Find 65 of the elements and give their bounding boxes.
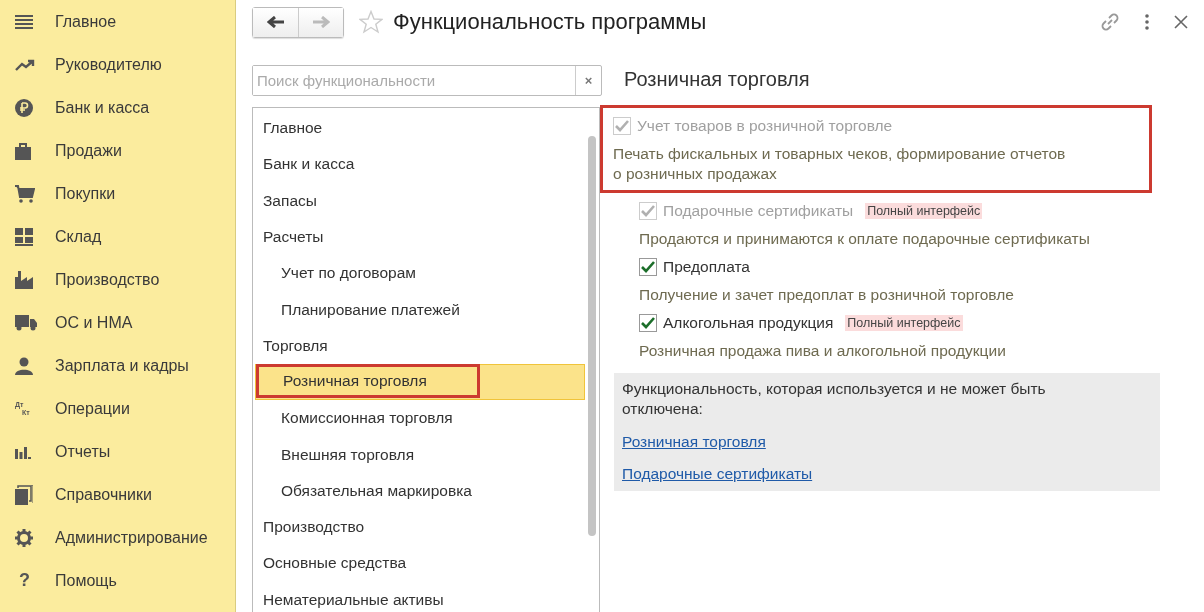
bar-chart-icon xyxy=(15,444,31,459)
section-item[interactable]: Обязательная маркировка xyxy=(253,472,585,509)
section-item[interactable]: Производство xyxy=(253,508,585,546)
back-button[interactable] xyxy=(253,7,298,37)
sidebar-item[interactable]: Производство xyxy=(0,258,235,301)
sidebar-item[interactable]: Банк и касса xyxy=(0,86,235,129)
sidebar-item[interactable]: Руководителю xyxy=(0,43,235,86)
link-icon[interactable] xyxy=(1100,12,1120,32)
sidebar-item[interactable]: Продажи xyxy=(0,129,235,172)
option-description: Розничная продажа пива и алкогольной продукции xyxy=(639,341,1007,361)
sidebar-item[interactable]: Справочники xyxy=(0,473,235,516)
person-icon xyxy=(15,356,33,375)
section-heading: Розничная торговля xyxy=(623,68,811,92)
right-arrow-icon xyxy=(312,16,330,28)
star-icon[interactable] xyxy=(359,10,383,34)
section-item[interactable]: Нематериальные активы xyxy=(253,581,585,612)
sidebar-item[interactable]: Главное xyxy=(0,0,235,43)
section-item[interactable]: Комиссионная торговля xyxy=(253,400,585,437)
section-item[interactable]: Расчеты xyxy=(253,218,585,256)
option-description: Печать фискальных и товарных чеков, формирование отчетов о розничных продажах xyxy=(613,144,1067,184)
option-label: Алкогольная продукция xyxy=(663,314,834,332)
sidebar-item[interactable]: Администрирование xyxy=(0,516,235,559)
option-description: Продаются и принимаются к оплате подарочные сертификаты xyxy=(639,229,1091,249)
section-link[interactable]: Розничная торговля xyxy=(622,433,766,451)
section-item[interactable]: Запасы xyxy=(253,182,585,219)
section-item[interactable]: Учет по договорам xyxy=(253,255,585,292)
option-label: Учет товаров в розничной торговле xyxy=(637,117,893,135)
section-item[interactable]: Главное xyxy=(253,110,585,147)
section-link[interactable]: Подарочные сертификаты xyxy=(622,465,813,483)
sidebar-item[interactable]: ? Помощь xyxy=(0,559,235,602)
left-arrow-icon xyxy=(266,16,285,28)
section-item[interactable]: Розничная торговля xyxy=(255,364,585,401)
trend-arrow-icon xyxy=(15,58,35,71)
factory-icon xyxy=(15,270,33,289)
section-item[interactable]: Торговля xyxy=(253,327,585,365)
option-description: Получение и зачет предоплат в розничной торговле xyxy=(639,285,1015,305)
shopping-bag-icon xyxy=(15,141,31,160)
sidebar-item[interactable]: Покупки xyxy=(0,172,235,215)
section-item[interactable]: Внешняя торговля xyxy=(253,436,585,473)
interface-tag: Полный интерфейс xyxy=(865,203,983,219)
section-item[interactable]: Планирование платежей xyxy=(253,291,585,328)
search-field[interactable]: Поиск функциональности × xyxy=(252,65,602,96)
sidebar-item[interactable]: Склад xyxy=(0,215,235,258)
clear-search-button[interactable]: × xyxy=(575,66,601,95)
option-label: Предоплата xyxy=(663,258,750,276)
settings-icon xyxy=(15,528,33,547)
option-label: Подарочные сертификаты xyxy=(663,202,854,220)
sidebar-item[interactable]: Зарплата и кадры xyxy=(0,344,235,387)
close-icon[interactable] xyxy=(1174,15,1188,29)
section-item[interactable]: Банк и касса xyxy=(253,146,585,183)
more-icon[interactable] xyxy=(1144,13,1150,31)
truck-icon xyxy=(15,314,37,331)
cart-icon xyxy=(15,184,35,203)
interface-tag: Полный интерфейс xyxy=(845,315,963,331)
window-title: Функциональность программы xyxy=(393,9,707,35)
section-item[interactable]: Основные средства xyxy=(253,545,585,582)
books-icon xyxy=(15,484,33,505)
menu-icon xyxy=(15,13,33,30)
info-text: Функциональность, которая используется и не может быть отключена: xyxy=(622,379,1047,419)
ruble-coin-icon xyxy=(15,98,33,117)
help-icon: ? xyxy=(15,570,30,591)
scrollbar-thumb[interactable] xyxy=(588,136,596,536)
boxes-icon xyxy=(15,227,33,246)
sidebar-item[interactable]: ОС и НМА xyxy=(0,301,235,344)
sidebar-item[interactable]: Отчеты xyxy=(0,430,235,473)
